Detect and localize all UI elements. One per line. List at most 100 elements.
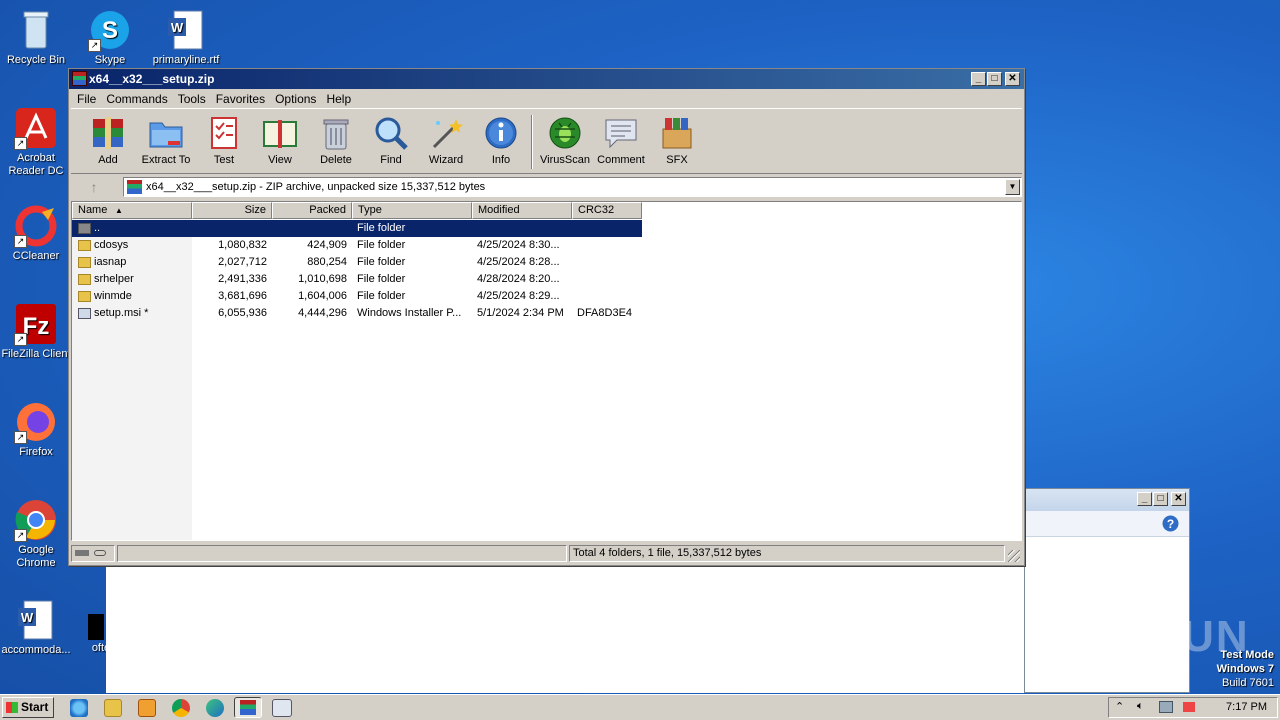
desktop-icon-ccleaner[interactable]: ↗ CCleaner (0, 204, 74, 263)
wizard-label: Wizard (428, 154, 464, 166)
row-size: 1,080,832 (218, 239, 267, 251)
extract-folder-icon (148, 115, 184, 151)
toolbar: Add Extract To Test View Delete Find Wiz… (71, 108, 1022, 174)
view-label: View (268, 154, 292, 166)
find-button[interactable]: Find (362, 111, 420, 166)
sfx-button[interactable]: SFX (648, 111, 706, 166)
column-header-size[interactable]: Size (192, 202, 272, 219)
row-name-cell: .. (72, 220, 192, 237)
delete-button[interactable]: Delete (307, 111, 365, 166)
row-size (192, 220, 272, 237)
column-header-modified[interactable]: Modified (472, 202, 572, 219)
desktop-icon-label: CCleaner (12, 250, 60, 262)
edge-icon[interactable] (206, 699, 224, 717)
desktop-icon-acrobat[interactable]: ↗ Acrobat Reader DC (0, 106, 74, 178)
menu-favorites[interactable]: Favorites (211, 92, 270, 106)
close-button[interactable]: ✕ (1005, 72, 1020, 86)
folder-icon (78, 274, 91, 285)
ie-icon[interactable] (70, 699, 88, 717)
explorer-folder-icon[interactable] (104, 699, 122, 717)
row-size: 2,027,712 (218, 256, 267, 268)
bg-maximize-button[interactable]: □ (1153, 492, 1168, 506)
bg-close-button[interactable]: ✕ (1171, 492, 1186, 506)
desktop-icon-recycle-bin[interactable]: Recycle Bin (0, 8, 74, 67)
column-header-crc32[interactable]: CRC32 (572, 202, 642, 219)
desktop-icon-primaryline[interactable]: W primaryline.rtf (148, 8, 224, 67)
menu-help[interactable]: Help (321, 92, 356, 106)
column-header-type[interactable]: Type (352, 202, 472, 219)
desktop-icon-label: Google Chrome (16, 544, 56, 569)
path-dropdown-button[interactable]: ▼ (1005, 179, 1020, 195)
row-name: .. (94, 222, 101, 234)
table-row[interactable]: setup.msi * 6,055,936 4,444,296 Windows … (72, 305, 642, 322)
extract-to-button[interactable]: Extract To (137, 111, 195, 166)
table-row[interactable]: srhelper 2,491,336 1,010,698 File folder… (72, 271, 642, 288)
recycle-bin-icon (14, 8, 58, 52)
add-button[interactable]: Add (79, 111, 137, 166)
row-packed: 4,444,296 (298, 307, 347, 319)
row-name-cell: iasnap (72, 254, 192, 271)
background-window[interactable]: _ □ ✕ ? (1024, 488, 1190, 693)
start-button[interactable]: Start (2, 697, 54, 718)
row-name-cell: winmde (72, 288, 192, 305)
chrome-taskbar-icon[interactable] (172, 699, 190, 717)
row-crc (572, 237, 642, 254)
folder-icon (78, 291, 91, 302)
desktop-icon-chrome[interactable]: ↗ Google Chrome (0, 498, 74, 570)
archive-path-field[interactable]: x64__x32___setup.zip - ZIP archive, unpa… (123, 177, 1022, 197)
row-packed: 1,604,006 (298, 290, 347, 302)
comment-button[interactable]: Comment (592, 111, 650, 166)
row-name: cdosys (94, 239, 129, 251)
minimize-button[interactable]: _ (971, 72, 986, 86)
media-player-icon[interactable] (138, 699, 156, 717)
winrar-window[interactable]: x64__x32___setup.zip _ □ ✕ File Commands… (68, 68, 1025, 566)
test-mode-line: Build 7601 (1222, 677, 1274, 689)
file-list[interactable]: Name ▲ Size Packed Type Modified CRC32 ..… (71, 201, 1022, 541)
menu-commands[interactable]: Commands (101, 92, 172, 106)
maximize-button[interactable]: □ (987, 72, 1002, 86)
tray-expand-icon[interactable]: ⌃ (1115, 700, 1124, 713)
test-mode-line: Test Mode (1220, 649, 1274, 661)
wizard-button[interactable]: Wizard (417, 111, 475, 166)
menu-file[interactable]: File (72, 92, 101, 106)
row-packed (272, 220, 352, 237)
virusscan-button[interactable]: VirusScan (536, 111, 594, 166)
window-taskbar-icon[interactable] (272, 699, 292, 717)
test-button[interactable]: Test (195, 111, 253, 166)
bg-minimize-button[interactable]: _ (1137, 492, 1152, 506)
shortcut-arrow-icon: ↗ (14, 333, 27, 346)
table-row[interactable]: cdosys 1,080,832 424,909 File folder 4/2… (72, 237, 642, 254)
msi-installer-icon (78, 308, 91, 319)
desktop-icon-firefox[interactable]: ↗ Firefox (0, 400, 74, 459)
column-header-name[interactable]: Name ▲ (72, 202, 192, 219)
desktop-icon-filezilla[interactable]: Fz ↗ FileZilla Client (0, 302, 74, 361)
table-row[interactable]: iasnap 2,027,712 880,254 File folder 4/2… (72, 254, 642, 271)
sfx-label: SFX (666, 154, 688, 166)
resize-grip-icon[interactable] (1008, 550, 1020, 562)
winrar-taskbar-button[interactable] (234, 697, 262, 718)
shortcut-arrow-icon: ↗ (14, 431, 27, 444)
row-crc (572, 288, 642, 305)
info-button[interactable]: Info (472, 111, 530, 166)
volume-icon[interactable]: 🔈︎ (1137, 700, 1144, 713)
help-icon[interactable]: ? (1162, 515, 1179, 532)
network-icon[interactable] (1159, 701, 1173, 713)
desktop-icon-skype[interactable]: S ↗ Skype (72, 8, 148, 67)
column-name-label: Name (78, 204, 108, 216)
table-row[interactable]: winmde 3,681,696 1,604,006 File folder 4… (72, 288, 642, 305)
acrobat-icon: ↗ (14, 106, 58, 150)
up-one-level-button[interactable]: ↑ (77, 178, 111, 196)
background-window-titlebar: _ □ ✕ (1025, 489, 1189, 511)
window-titlebar[interactable]: x64__x32___setup.zip _ □ ✕ (69, 69, 1024, 89)
menu-options[interactable]: Options (270, 92, 321, 106)
action-center-icon[interactable] (1183, 702, 1195, 712)
table-row[interactable]: .. File folder (72, 220, 642, 237)
status-selection-cell (117, 545, 567, 562)
column-header-packed[interactable]: Packed (272, 202, 352, 219)
svg-text:W: W (21, 610, 34, 625)
desktop-icon-label: Firefox (19, 446, 53, 458)
view-button[interactable]: View (251, 111, 309, 166)
clock[interactable]: 7:17 PM (1226, 698, 1267, 717)
folder-icon (78, 257, 91, 268)
menu-tools[interactable]: Tools (173, 92, 211, 106)
